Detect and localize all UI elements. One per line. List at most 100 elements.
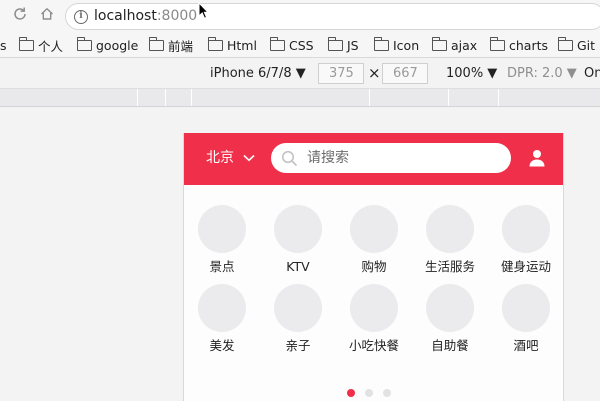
folder-icon (557, 36, 573, 51)
mouse-cursor-icon (198, 2, 210, 19)
search-icon (281, 150, 298, 167)
ruler-tick (137, 89, 138, 106)
dpr-select[interactable]: DPR: 2.0 ▼ (507, 66, 577, 82)
device-select[interactable]: iPhone 6/7/8 ▼ (210, 66, 306, 82)
bookmark-label: JS (347, 37, 359, 53)
bookmark-item[interactable]: Git (557, 36, 596, 54)
search-box[interactable]: 请搜索 (271, 143, 511, 173)
ruler-tick (498, 89, 499, 106)
city-selector[interactable]: 北京 (206, 149, 255, 167)
url-text[interactable]: localhost:8000 (94, 7, 197, 26)
category-item[interactable]: 自助餐 (412, 284, 488, 354)
bookmark-item[interactable]: 前端 (148, 36, 194, 54)
ruler-tick (448, 89, 449, 106)
url-port: :8000 (156, 8, 198, 24)
category-item[interactable]: 购物 (336, 205, 412, 275)
folder-icon (76, 36, 92, 51)
category-item[interactable]: 酒吧 (488, 284, 563, 354)
pager-dot[interactable] (383, 389, 391, 397)
category-icon (198, 284, 246, 332)
bookmark-label: 前端 (168, 38, 194, 54)
user-icon[interactable] (528, 149, 546, 167)
folder-icon (148, 36, 164, 51)
reload-icon[interactable] (10, 6, 30, 26)
info-icon[interactable]: i (74, 10, 88, 24)
category-item[interactable]: 亲子 (260, 284, 336, 354)
folder-icon (489, 36, 505, 51)
ruler-tick (369, 89, 370, 106)
address-bar-row: i localhost:8000 (0, 0, 600, 31)
home-icon[interactable] (37, 6, 57, 26)
viewport-height-input[interactable]: 667 (382, 63, 428, 84)
folder-icon (18, 36, 34, 51)
category-label: 生活服务 (424, 259, 475, 274)
zoom-select[interactable]: 100% ▼ (446, 66, 497, 82)
category-item[interactable]: 健身运动 (488, 205, 563, 275)
category-icon (426, 284, 474, 332)
category-label: 美发 (209, 338, 235, 353)
bookmark-item[interactable]: s (0, 36, 7, 54)
chevron-down-icon (243, 154, 255, 162)
category-label: 自助餐 (431, 338, 469, 353)
category-item[interactable]: KTV (260, 205, 336, 275)
dimension-times: × (368, 64, 381, 82)
category-icon (502, 284, 550, 332)
url-host: localhost (94, 8, 157, 24)
bookmark-label: ajax (451, 37, 478, 53)
category-icon (274, 284, 322, 332)
category-icon (198, 205, 246, 253)
category-icon (350, 284, 398, 332)
category-icon (502, 205, 550, 253)
bookmark-item[interactable]: 个人 (18, 36, 64, 54)
category-item[interactable]: 美发 (184, 284, 260, 354)
category-item[interactable]: 景点 (184, 205, 260, 275)
category-label: KTV (286, 259, 310, 274)
emulated-viewport: 北京 请搜索 景点 KTV 购物 生活服务 健身运动美发 亲子 小吃快餐 自助餐 酒吧 (0, 107, 600, 401)
category-label: 亲子 (285, 338, 311, 353)
throttle-select[interactable]: On (584, 66, 600, 82)
category-label: 景点 (209, 259, 235, 274)
carousel-pager (347, 389, 401, 397)
bookmarks-bar: s 个人 google 前端 Html CSS JS Icon ajax charts Git (0, 31, 600, 58)
search-input[interactable]: 请搜索 (307, 149, 349, 167)
url-bar[interactable]: i localhost:8000 (65, 3, 600, 30)
folder-icon (207, 36, 223, 51)
device-toolbar: iPhone 6/7/8 ▼ 375 × 667 100% ▼ DPR: 2.0… (0, 59, 600, 89)
bookmark-label: Git (577, 37, 596, 53)
bookmark-label: Icon (393, 37, 420, 53)
city-label: 北京 (206, 150, 234, 166)
bookmark-item[interactable]: ajax (431, 36, 478, 54)
folder-icon (269, 36, 285, 51)
folder-icon (327, 36, 343, 51)
mobile-page: 北京 请搜索 景点 KTV 购物 生活服务 健身运动美发 亲子 小吃快餐 自助餐 酒吧 (183, 133, 564, 401)
bookmark-item[interactable]: Html (207, 36, 257, 54)
bookmark-label: s (0, 37, 7, 53)
category-item[interactable]: 小吃快餐 (336, 284, 412, 354)
media-query-ruler[interactable] (0, 89, 600, 107)
bookmark-item[interactable]: charts (489, 36, 549, 54)
bookmark-item[interactable]: google (76, 36, 139, 54)
folder-icon (373, 36, 389, 51)
bookmark-item[interactable]: JS (327, 36, 359, 54)
bookmark-label: Html (227, 37, 257, 53)
category-icon (350, 205, 398, 253)
category-label: 健身运动 (500, 259, 551, 274)
bookmark-label: charts (509, 37, 549, 53)
category-label: 酒吧 (513, 338, 539, 353)
bookmark-item[interactable]: Icon (373, 36, 420, 54)
pager-dot-active[interactable] (347, 389, 355, 397)
category-item[interactable]: 生活服务 (412, 205, 488, 275)
category-label: 小吃快餐 (348, 338, 399, 353)
folder-icon (431, 36, 447, 51)
ruler-tick (165, 89, 166, 106)
bookmark-label: google (96, 37, 139, 53)
bookmark-label: CSS (289, 37, 314, 53)
category-icon (426, 205, 474, 253)
ruler-tick (191, 89, 192, 106)
bookmark-item[interactable]: CSS (269, 36, 314, 54)
pager-dot[interactable] (365, 389, 373, 397)
mobile-header: 北京 请搜索 (184, 133, 563, 185)
viewport-width-input[interactable]: 375 (318, 63, 364, 84)
bookmark-label: 个人 (38, 38, 64, 54)
category-icon (274, 205, 322, 253)
